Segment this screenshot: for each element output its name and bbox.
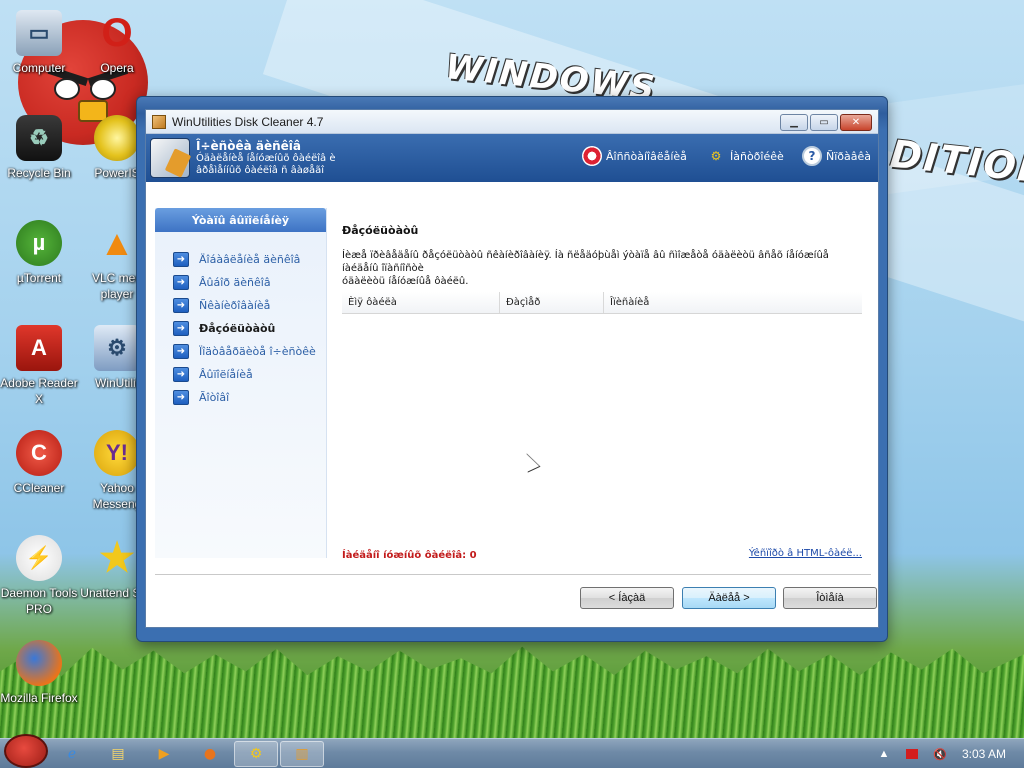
arrow-right-icon: ➜ (173, 390, 189, 405)
notification-flag-icon[interactable] (905, 749, 918, 759)
winutilities-icon: ⚙ (94, 325, 140, 371)
window-title: WinUtilities Disk Cleaner 4.7 (172, 114, 324, 129)
header-title: Î÷èñòêà äèñêîâ (196, 139, 301, 153)
taskbar-disk-cleaner-icon[interactable]: ▥ (280, 740, 324, 767)
lifebuoy-icon (582, 146, 602, 166)
firefox-icon (16, 640, 62, 686)
taskbar-explorer-icon[interactable]: ▤ (96, 741, 140, 767)
arrow-right-icon: ➜ (173, 252, 189, 267)
clock[interactable]: 3:03 AM (962, 747, 1006, 761)
step-done[interactable]: ➜ Ãîòîâî (155, 386, 326, 409)
start-button[interactable] (4, 733, 48, 768)
step-select-disks[interactable]: ➜ Âûáîð äèñêîâ (155, 271, 326, 294)
desktop-icon-firefox[interactable]: Mozilla Firefox (0, 640, 78, 706)
adobe-reader-icon: A (16, 325, 62, 371)
header-subtitle: âðåìåííûõ ôàéëîâ ñ âàøåãî (196, 165, 325, 176)
volume-muted-icon[interactable]: 🔇 (932, 747, 948, 761)
header-subtitle: Óäàëåíèå íåíóæíûõ ôàéëîâ è (196, 153, 336, 164)
show-hidden-icons-chevron-up-icon[interactable]: ▲ (876, 747, 892, 761)
title-bar[interactable]: WinUtilities Disk Cleaner 4.7 ▁ ▭ ✕ (146, 110, 878, 134)
export-html-link[interactable]: Ýêñïîðò â HTML-ôàéë... (749, 548, 862, 559)
system-tray: ▲ 🔇 3:03 AM (876, 739, 1024, 768)
taskbar-media-player-icon[interactable]: ▶ (142, 741, 186, 767)
minimize-button[interactable]: ▁ (780, 114, 808, 131)
found-files-count: Íàéäåíî íóæíûõ ôàéëîâ: 0 (342, 550, 477, 561)
step-add-disks[interactable]: ➜ Äîáàâëåíèå äèñêîâ (155, 248, 326, 271)
help-icon: ? (802, 146, 822, 166)
step-scanning[interactable]: ➜ Ñêàíèðîâàíèå (155, 294, 326, 317)
wizard-header: Î÷èñòêà äèñêîâ Óäàëåíèå íåíóæíûõ ôàéëîâ … (146, 134, 878, 182)
step-confirm-cleanup[interactable]: ➜ Ïîäòâåðäèòå î÷èñòêè (155, 340, 326, 363)
column-header-size[interactable]: Ðàçìåð (500, 292, 604, 313)
results-title: Ðåçóëüòàòû (342, 224, 419, 237)
results-panel: Ðåçóëüòàòû Íèæå ïðèâåäåíû ðåçóëüòàòû ñêà… (342, 206, 870, 576)
results-description: Íèæå ïðèâåäåíû ðåçóëüòàòû ñêàíèðîâàíèÿ. … (342, 250, 829, 287)
grass (0, 646, 1024, 738)
unattend-soft-icon: ★ (99, 536, 135, 580)
footer-divider (155, 574, 871, 575)
help-button[interactable]: ? Ñïðàâêà (802, 146, 871, 166)
cancel-button[interactable]: Îòìåíà (783, 587, 877, 609)
window-controls: ▁ ▭ ✕ (780, 114, 872, 131)
desktop-icon-adobe-reader[interactable]: A Adobe Reader X (0, 325, 78, 407)
desktop-icon-computer[interactable]: ▭ Computer (0, 10, 78, 76)
disk-cleaner-icon (150, 138, 190, 178)
taskbar-firefox-icon[interactable]: ● (188, 741, 232, 767)
vlc-icon: ▲ (99, 222, 135, 263)
desktop-icon-ccleaner[interactable]: C CCleaner (0, 430, 78, 496)
window-client: WinUtilities Disk Cleaner 4.7 ▁ ▭ ✕ Î÷èñ… (145, 109, 879, 628)
arrow-right-icon: ➜ (173, 298, 189, 313)
header-text: Î÷èñòêà äèñêîâ Óäàëåíèå íåíóæíûõ ôàéëîâ … (196, 139, 335, 177)
desktop-icon-opera[interactable]: O Opera (78, 10, 156, 76)
taskbar: ℯ ▤ ▶ ● ⚙ ▥ ▲ 🔇 3:03 AM (0, 733, 1024, 768)
maximize-button[interactable]: ▭ (810, 114, 838, 131)
opera-icon: O (101, 11, 133, 55)
disk-cleaner-window: WinUtilities Disk Cleaner 4.7 ▁ ▭ ✕ Î÷èñ… (136, 96, 888, 642)
computer-icon: ▭ (16, 10, 62, 56)
daemon-tools-icon: ⚡ (16, 535, 62, 581)
taskbar-ie-icon[interactable]: ℯ (50, 741, 94, 767)
arrow-right-icon: ➜ (173, 321, 189, 336)
back-button[interactable]: < Íàçàä (580, 587, 674, 609)
poweriso-icon (94, 115, 140, 161)
steps-header: Ýòàïû âûïîëíåíèÿ (155, 208, 326, 232)
desktop-icon-recycle-bin[interactable]: ♻ Recycle Bin (0, 115, 78, 181)
arrow-right-icon: ➜ (173, 367, 189, 382)
yahoo-messenger-icon: Y! (94, 430, 140, 476)
step-executing[interactable]: ➜ Âûïîëíåíèå (155, 363, 326, 386)
settings-button[interactable]: ⚙ Íàñòðîéêè (706, 146, 784, 166)
gear-icon: ⚙ (710, 149, 722, 163)
restore-button[interactable]: Âîññòàíîâëåíèå (582, 146, 687, 166)
results-table-header: Èìÿ ôàéëà Ðàçìåð Îïèñàíèå (342, 292, 862, 314)
desktop-icon-utorrent[interactable]: µ µTorrent (0, 220, 78, 286)
arrow-right-icon: ➜ (173, 344, 189, 359)
step-results[interactable]: ➜ Ðåçóëüòàòû (155, 317, 326, 340)
next-button[interactable]: Äàëåå > (682, 587, 776, 609)
taskbar-winutilities-icon[interactable]: ⚙ (234, 740, 278, 767)
column-header-filename[interactable]: Èìÿ ôàéëà (342, 292, 500, 313)
close-button[interactable]: ✕ (840, 114, 872, 131)
ccleaner-icon: C (16, 430, 62, 476)
desktop-icon-daemon-tools[interactable]: ⚡ Daemon Tools PRO (0, 535, 78, 617)
disk-cleaner-app-icon (152, 114, 166, 129)
recycle-bin-icon: ♻ (16, 115, 62, 161)
wizard-steps-panel: Ýòàïû âûïîëíåíèÿ ➜ Äîáàâëåíèå äèñêîâ ➜ Âûá… (155, 208, 327, 558)
arrow-right-icon: ➜ (173, 275, 189, 290)
column-header-description[interactable]: Îïèñàíèå (604, 292, 862, 313)
utorrent-icon: µ (16, 220, 62, 266)
